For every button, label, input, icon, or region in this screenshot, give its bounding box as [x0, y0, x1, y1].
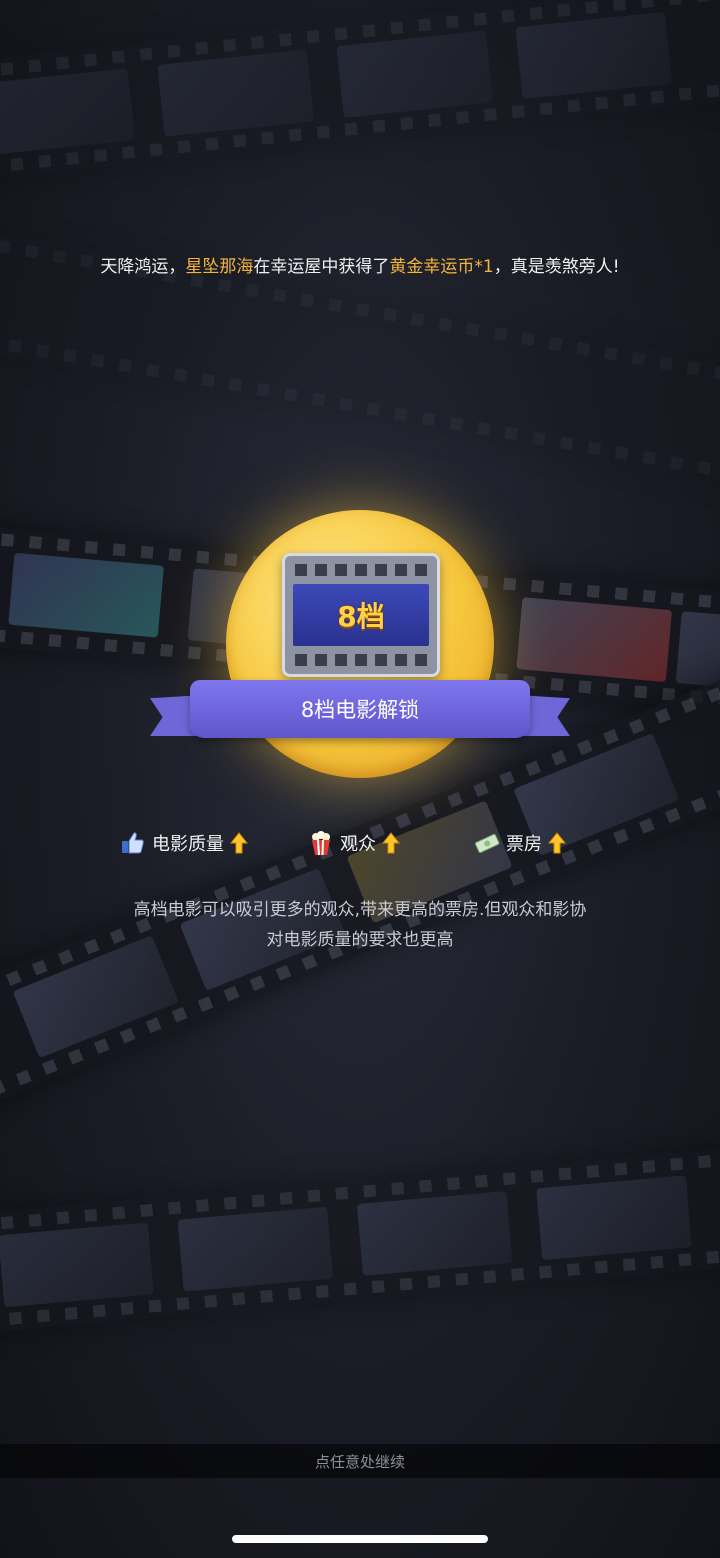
tap-to-continue[interactable]: 点任意处继续 — [0, 1444, 720, 1478]
money-icon — [474, 830, 500, 856]
stat-audience: 观众 — [308, 830, 401, 856]
ribbon-title: 8档电影解锁 — [300, 698, 420, 722]
stat-quality-label: 电影质量 — [152, 834, 224, 855]
unlock-description: 高档电影可以吸引更多的观众,带来更高的票房.但观众和影协 对电影质量的要求也更高 — [60, 895, 660, 955]
film-strip-top — [0, 0, 720, 184]
stats-row: 电影质量 观众 票房 — [0, 830, 720, 860]
arrow-up-icon — [381, 832, 401, 854]
arrow-up-icon — [229, 832, 249, 854]
announcement-prefix: 天降鸿运， — [100, 257, 186, 277]
stat-boxoffice-label: 票房 — [506, 834, 542, 855]
description-line-1: 高档电影可以吸引更多的观众,带来更高的票房.但观众和影协 — [133, 900, 587, 920]
unlock-ribbon: 8档电影解锁 — [150, 660, 570, 760]
film-strip-bottom — [0, 1143, 720, 1337]
description-line-2: 对电影质量的要求也更高 — [266, 930, 454, 950]
lucky-announcement: 天降鸿运，星坠那海在幸运屋中获得了黄金幸运币*1，真是羡煞旁人! — [0, 252, 720, 277]
stat-audience-label: 观众 — [340, 834, 376, 855]
arrow-up-icon — [547, 832, 567, 854]
announcement-player-name: 星坠那海 — [185, 257, 254, 277]
stat-boxoffice: 票房 — [474, 830, 567, 856]
thumbs-up-icon — [120, 830, 146, 856]
announcement-item: 黄金幸运币*1 — [389, 257, 494, 277]
continue-label: 点任意处继续 — [314, 1452, 405, 1471]
stat-quality: 电影质量 — [120, 830, 249, 856]
home-indicator[interactable] — [232, 1535, 488, 1543]
announcement-suffix: ，真是羡煞旁人! — [493, 257, 620, 277]
level-label: 8档 — [337, 600, 385, 633]
popcorn-icon — [308, 830, 334, 856]
film-frame-icon: 8档 — [282, 553, 440, 677]
announcement-middle: 在幸运屋中获得了 — [253, 257, 390, 277]
